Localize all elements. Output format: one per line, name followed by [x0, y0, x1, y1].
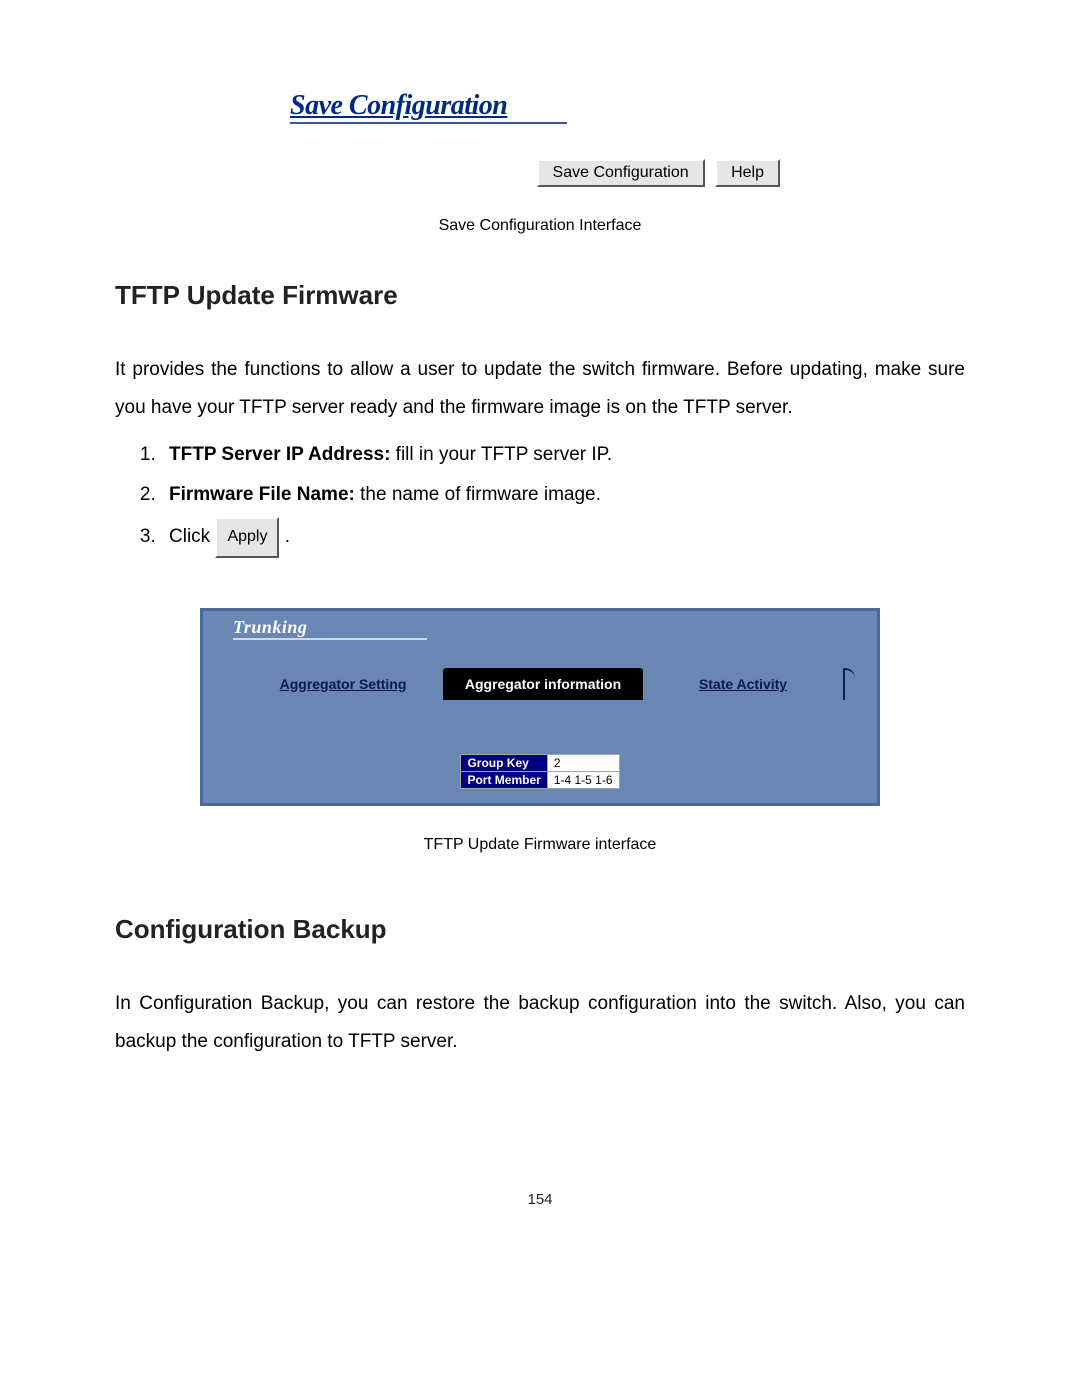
backup-body: In Configuration Backup, you can restore… — [115, 985, 965, 1061]
save-config-button-row: Save Configuration Help — [290, 159, 790, 187]
tftp-step-2-rest: the name of firmware image. — [355, 484, 601, 505]
tftp-step-2: Firmware File Name: the name of firmware… — [161, 477, 965, 513]
tftp-step-3-pre: Click — [169, 526, 215, 547]
page-number: 154 — [115, 1191, 965, 1208]
port-member-label: Port Member — [461, 771, 547, 788]
tftp-step-3: Click Apply . — [161, 517, 965, 557]
save-config-screenshot: Save Configuration Save Configuration He… — [290, 90, 790, 187]
tftp-step-3-post: . — [279, 526, 290, 547]
backup-heading: Configuration Backup — [115, 914, 965, 945]
help-button[interactable]: Help — [715, 159, 780, 187]
aggregator-info-table: Group Key 2 Port Member 1-4 1-5 1-6 — [460, 754, 619, 789]
trunking-caption: TFTP Update Firmware interface — [115, 836, 965, 854]
tftp-step-2-bold: Firmware File Name: — [169, 484, 355, 505]
port-member-value: 1-4 1-5 1-6 — [547, 771, 619, 788]
tab-end-decoration — [843, 668, 855, 700]
tftp-step-1: TFTP Server IP Address: fill in your TFT… — [161, 437, 965, 473]
save-config-title: Save Configuration — [290, 90, 567, 124]
tftp-step-1-rest: fill in your TFTP server IP. — [390, 444, 612, 465]
tftp-intro: It provides the functions to allow a use… — [115, 351, 965, 427]
tab-aggregator-information[interactable]: Aggregator information — [443, 668, 643, 700]
trunking-body: Group Key 2 Port Member 1-4 1-5 1-6 — [203, 704, 877, 803]
tab-aggregator-setting[interactable]: Aggregator Setting — [243, 668, 443, 700]
tftp-steps: TFTP Server IP Address: fill in your TFT… — [115, 437, 965, 558]
document-page: Save Configuration Save Configuration He… — [0, 0, 1080, 1268]
apply-button[interactable]: Apply — [215, 517, 279, 557]
tab-state-activity[interactable]: State Activity — [643, 668, 843, 700]
table-row: Group Key 2 — [461, 754, 619, 771]
trunking-tabs: Aggregator Setting Aggregator informatio… — [233, 668, 865, 700]
save-configuration-button[interactable]: Save Configuration — [537, 159, 705, 187]
trunking-title: Trunking — [233, 617, 427, 640]
group-key-value: 2 — [547, 754, 619, 771]
save-config-caption: Save Configuration Interface — [115, 217, 965, 235]
trunking-screenshot: Trunking Aggregator Setting Aggregator i… — [200, 608, 880, 806]
tftp-heading: TFTP Update Firmware — [115, 280, 965, 311]
group-key-label: Group Key — [461, 754, 547, 771]
trunking-header: Trunking Aggregator Setting Aggregator i… — [203, 611, 877, 704]
table-row: Port Member 1-4 1-5 1-6 — [461, 771, 619, 788]
tftp-step-1-bold: TFTP Server IP Address: — [169, 444, 390, 465]
